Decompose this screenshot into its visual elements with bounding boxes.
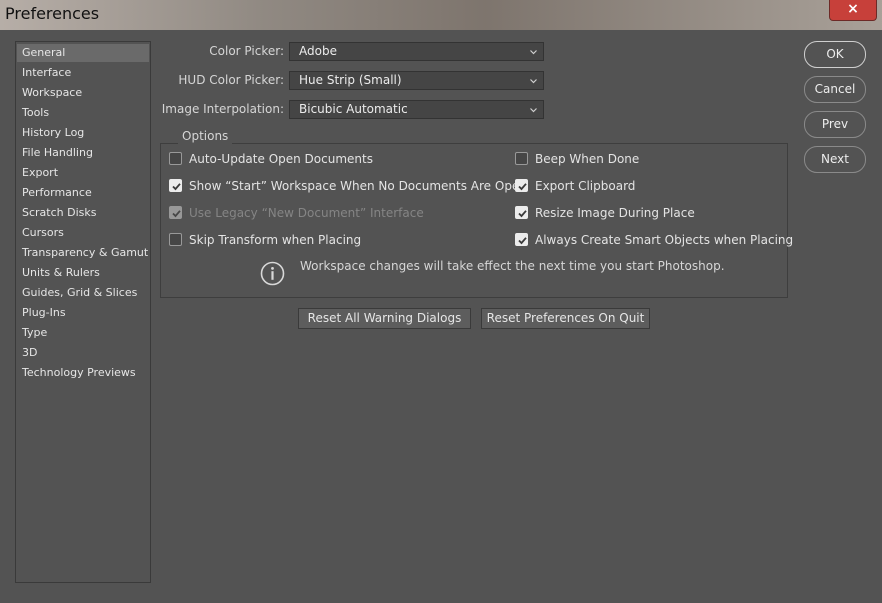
image-interpolation-label: Image Interpolation: [161, 102, 284, 116]
resize-image-during-place-checkbox[interactable] [515, 206, 528, 219]
sidebar-item-tools[interactable]: Tools [17, 104, 149, 122]
workspace-info-text: Workspace changes will take effect the n… [300, 259, 725, 273]
hud-color-picker-value: Hue Strip (Small) [299, 73, 402, 87]
close-button[interactable]: × [829, 0, 877, 21]
beep-when-done-label: Beep When Done [535, 152, 640, 166]
sidebar-item-label: General [22, 46, 66, 59]
hud-color-picker-label: HUD Color Picker: [178, 73, 284, 87]
sidebar-item-label: Workspace [22, 86, 83, 99]
checkmark-icon [172, 183, 181, 191]
sidebar-item-type[interactable]: Type [17, 324, 149, 342]
sidebar-item-label: File Handling [22, 146, 93, 159]
legacy-new-document-checkbox [169, 206, 182, 219]
sidebar-item-label: Scratch Disks [22, 206, 97, 219]
auto-update-checkbox[interactable] [169, 152, 182, 165]
sidebar-item-cursors[interactable]: Cursors [17, 224, 149, 242]
show-start-workspace-label: Show “Start” Workspace When No Documents… [189, 179, 527, 193]
cancel-button[interactable]: Cancel [804, 76, 866, 103]
sidebar-item-label: Performance [22, 186, 92, 199]
prev-button[interactable]: Prev [804, 111, 866, 138]
sidebar-item-label: Plug-Ins [22, 306, 66, 319]
skip-transform-checkbox[interactable] [169, 233, 182, 246]
smart-objects-checkbox[interactable] [515, 233, 528, 246]
sidebar-item-plug-ins[interactable]: Plug-Ins [17, 304, 149, 322]
export-clipboard-checkbox[interactable] [515, 179, 528, 192]
reset-preferences-label: Reset Preferences On Quit [486, 311, 645, 325]
legacy-new-document-label: Use Legacy “New Document” Interface [189, 206, 424, 220]
options-legend: Options [178, 128, 233, 144]
sidebar-item-export[interactable]: Export [17, 164, 149, 182]
next-label: Next [821, 152, 849, 166]
info-circle-icon [260, 261, 285, 286]
sidebar-item-technology-previews[interactable]: Technology Previews [17, 364, 149, 382]
reset-warning-dialogs-label: Reset All Warning Dialogs [307, 311, 462, 325]
sidebar-item-label: Type [22, 326, 48, 339]
color-picker-value: Adobe [299, 44, 337, 58]
sidebar-item-label: Units & Rulers [22, 266, 100, 279]
sidebar-item-scratch-disks[interactable]: Scratch Disks [17, 204, 149, 222]
sidebar-item-guides-grid-slices[interactable]: Guides, Grid & Slices [17, 284, 149, 302]
sidebar-item-label: Guides, Grid & Slices [22, 286, 138, 299]
smart-objects-label: Always Create Smart Objects when Placing [535, 233, 794, 247]
sidebar-item-label: Transparency & Gamut [22, 246, 149, 259]
show-start-workspace-checkbox[interactable] [169, 179, 182, 192]
color-picker-select[interactable]: Adobe [289, 42, 544, 61]
auto-update-label: Auto-Update Open Documents [189, 152, 373, 166]
sidebar-item-label: Tools [22, 106, 50, 119]
ok-label: OK [826, 47, 844, 61]
sidebar-item-3d[interactable]: 3D [17, 344, 149, 362]
sidebar-item-transparency-gamut[interactable]: Transparency & Gamut [17, 244, 149, 262]
sidebar-item-label: Export [22, 166, 59, 179]
checkmark-icon [518, 237, 527, 245]
ok-button[interactable]: OK [804, 41, 866, 68]
sidebar-item-performance[interactable]: Performance [17, 184, 149, 202]
next-button[interactable]: Next [804, 146, 866, 173]
sidebar-item-label: 3D [22, 346, 38, 359]
checkmark-icon [518, 183, 527, 191]
chevron-down-icon [530, 79, 537, 84]
sidebar-item-history-log[interactable]: History Log [17, 124, 149, 142]
sidebar-nav: General Interface Workspace Tools Histor… [15, 41, 151, 583]
sidebar-item-file-handling[interactable]: File Handling [17, 144, 149, 162]
resize-image-during-place-label: Resize Image During Place [535, 206, 695, 220]
hud-color-picker-select[interactable]: Hue Strip (Small) [289, 71, 544, 90]
sidebar-item-interface[interactable]: Interface [17, 64, 149, 82]
preferences-window: Preferences × General Interface Workspac… [0, 0, 882, 603]
sidebar-item-label: Interface [22, 66, 72, 79]
checkmark-icon [172, 210, 181, 218]
close-icon: × [847, 1, 859, 17]
cancel-label: Cancel [814, 82, 856, 96]
sidebar-item-general[interactable]: General [17, 44, 149, 62]
image-interpolation-value: Bicubic Automatic [299, 102, 408, 116]
sidebar-item-units-rulers[interactable]: Units & Rulers [17, 264, 149, 282]
chevron-down-icon [530, 50, 537, 55]
image-interpolation-select[interactable]: Bicubic Automatic [289, 100, 544, 119]
checkmark-icon [518, 210, 527, 218]
sidebar-item-label: Technology Previews [22, 366, 136, 379]
sidebar-item-label: Cursors [22, 226, 64, 239]
title-bar: Preferences × [0, 0, 882, 30]
beep-when-done-checkbox[interactable] [515, 152, 528, 165]
chevron-down-icon [530, 108, 537, 113]
sidebar-item-workspace[interactable]: Workspace [17, 84, 149, 102]
skip-transform-label: Skip Transform when Placing [189, 233, 362, 247]
window-title: Preferences [5, 4, 100, 23]
reset-preferences-button[interactable]: Reset Preferences On Quit [481, 308, 650, 329]
sidebar-item-label: History Log [22, 126, 85, 139]
color-picker-label: Color Picker: [209, 44, 284, 58]
export-clipboard-label: Export Clipboard [535, 179, 636, 193]
reset-warning-dialogs-button[interactable]: Reset All Warning Dialogs [298, 308, 471, 329]
prev-label: Prev [821, 117, 849, 131]
